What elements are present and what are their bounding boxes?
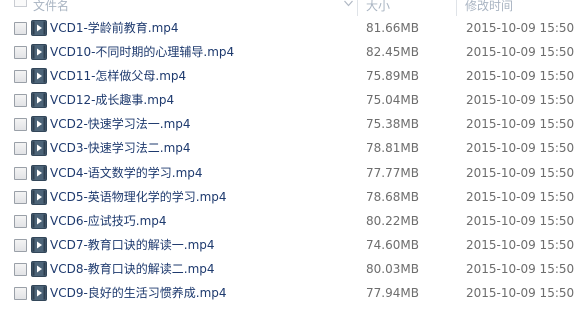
file-size: 82.45MB bbox=[366, 45, 419, 60]
file-size: 81.66MB bbox=[366, 21, 419, 35]
file-modified: 2015-10-09 15:50 bbox=[466, 286, 575, 301]
file-modified: 2015-10-09 15:50 bbox=[466, 165, 575, 180]
file-modified: 2015-10-09 15:50 bbox=[466, 237, 575, 252]
column-header-bar: 文件名 大小 修改时间 bbox=[0, 0, 578, 16]
file-name[interactable]: VCD1-学龄前教育.mp4 bbox=[50, 16, 179, 40]
file-modified: 2015-10-09 15:50 bbox=[466, 141, 575, 156]
file-row[interactable]: VCD8-教育口诀的解读二.mp4 80.03MB 2015-10-09 15:… bbox=[0, 257, 578, 281]
column-header-name[interactable]: 文件名 bbox=[33, 0, 353, 16]
file-size: 74.60MB bbox=[366, 237, 419, 252]
file-rows: VCD1-学龄前教育.mp4 81.66MB 2015-10-09 15:50 … bbox=[0, 16, 578, 305]
file-modified: 2015-10-09 15:50 bbox=[466, 117, 575, 132]
video-file-icon bbox=[31, 140, 47, 157]
video-file-icon bbox=[31, 116, 47, 133]
file-row[interactable]: VCD4-语文数学的学习.mp4 77.77MB 2015-10-09 15:5… bbox=[0, 161, 578, 185]
file-modified: 2015-10-09 15:50 bbox=[466, 21, 575, 35]
file-name[interactable]: VCD12-成长趣事.mp4 bbox=[50, 88, 174, 112]
file-row[interactable]: VCD3-快速学习法二.mp4 78.81MB 2015-10-09 15:50 bbox=[0, 136, 578, 160]
file-modified: 2015-10-09 15:50 bbox=[466, 189, 575, 204]
column-divider[interactable] bbox=[357, 0, 358, 16]
file-modified: 2015-10-09 15:50 bbox=[466, 45, 575, 60]
file-size: 78.68MB bbox=[366, 189, 419, 204]
file-name[interactable]: VCD2-快速学习法一.mp4 bbox=[50, 112, 191, 136]
file-row[interactable]: VCD6-应试技巧.mp4 80.22MB 2015-10-09 15:50 bbox=[0, 209, 578, 233]
file-checkbox[interactable] bbox=[14, 142, 27, 156]
file-checkbox[interactable] bbox=[14, 70, 27, 84]
file-checkbox[interactable] bbox=[14, 46, 27, 60]
video-file-icon bbox=[31, 212, 47, 229]
video-file-icon bbox=[31, 188, 47, 205]
file-size: 77.77MB bbox=[366, 165, 419, 180]
file-row[interactable]: VCD2-快速学习法一.mp4 75.38MB 2015-10-09 15:50 bbox=[0, 112, 578, 136]
file-row[interactable]: VCD12-成长趣事.mp4 75.04MB 2015-10-09 15:50 bbox=[0, 88, 578, 112]
video-file-icon bbox=[31, 44, 47, 61]
file-checkbox[interactable] bbox=[14, 287, 27, 301]
file-name[interactable]: VCD4-语文数学的学习.mp4 bbox=[50, 161, 203, 185]
file-row[interactable]: VCD11-怎样做父母.mp4 75.89MB 2015-10-09 15:50 bbox=[0, 64, 578, 88]
file-name[interactable]: VCD8-教育口诀的解读二.mp4 bbox=[50, 257, 215, 281]
video-file-icon bbox=[31, 20, 47, 36]
video-file-icon bbox=[31, 92, 47, 109]
file-size: 75.38MB bbox=[366, 117, 419, 132]
video-file-icon bbox=[31, 285, 47, 302]
file-size: 80.03MB bbox=[366, 261, 419, 276]
file-row[interactable]: VCD1-学龄前教育.mp4 81.66MB 2015-10-09 15:50 bbox=[0, 16, 578, 40]
file-row[interactable]: VCD7-教育口诀的解读一.mp4 74.60MB 2015-10-09 15:… bbox=[0, 233, 578, 257]
file-checkbox[interactable] bbox=[14, 118, 27, 132]
file-checkbox[interactable] bbox=[14, 214, 27, 228]
file-name[interactable]: VCD9-良好的生活习惯养成.mp4 bbox=[50, 281, 227, 305]
file-checkbox[interactable] bbox=[14, 94, 27, 108]
file-checkbox[interactable] bbox=[14, 262, 27, 276]
column-header-modified[interactable]: 修改时间 bbox=[465, 0, 578, 16]
video-file-icon bbox=[31, 68, 47, 85]
file-row[interactable]: VCD5-英语物理化学的学习.mp4 78.68MB 2015-10-09 15… bbox=[0, 185, 578, 209]
file-list: 文件名 大小 修改时间 VCD1-学龄前教育.mp4 81.66MB 2015-… bbox=[0, 0, 578, 316]
file-name[interactable]: VCD6-应试技巧.mp4 bbox=[50, 209, 167, 233]
file-modified: 2015-10-09 15:50 bbox=[466, 213, 575, 228]
file-size: 77.94MB bbox=[366, 286, 419, 301]
file-size: 75.04MB bbox=[366, 93, 419, 108]
file-size: 80.22MB bbox=[366, 213, 419, 228]
file-modified: 2015-10-09 15:50 bbox=[466, 69, 575, 84]
file-name[interactable]: VCD10-不同时期的心理辅导.mp4 bbox=[50, 40, 234, 64]
file-row[interactable]: VCD10-不同时期的心理辅导.mp4 82.45MB 2015-10-09 1… bbox=[0, 40, 578, 64]
video-file-icon bbox=[31, 164, 47, 181]
file-size: 75.89MB bbox=[366, 69, 419, 84]
column-divider[interactable] bbox=[456, 0, 457, 16]
video-file-icon bbox=[31, 260, 47, 277]
sort-arrow-icon[interactable] bbox=[344, 0, 353, 7]
file-name[interactable]: VCD7-教育口诀的解读一.mp4 bbox=[50, 233, 215, 257]
file-checkbox[interactable] bbox=[14, 238, 27, 252]
file-name[interactable]: VCD3-快速学习法二.mp4 bbox=[50, 136, 191, 160]
file-checkbox[interactable] bbox=[14, 190, 27, 204]
file-checkbox[interactable] bbox=[14, 22, 27, 35]
file-checkbox[interactable] bbox=[14, 166, 27, 180]
select-all-checkbox[interactable] bbox=[14, 0, 27, 7]
file-modified: 2015-10-09 15:50 bbox=[466, 261, 575, 276]
column-header-size[interactable]: 大小 bbox=[366, 0, 452, 16]
file-name[interactable]: VCD11-怎样做父母.mp4 bbox=[50, 64, 186, 88]
file-name[interactable]: VCD5-英语物理化学的学习.mp4 bbox=[50, 185, 227, 209]
file-size: 78.81MB bbox=[366, 141, 419, 156]
file-row[interactable]: VCD9-良好的生活习惯养成.mp4 77.94MB 2015-10-09 15… bbox=[0, 281, 578, 305]
file-modified: 2015-10-09 15:50 bbox=[466, 93, 575, 108]
video-file-icon bbox=[31, 236, 47, 253]
